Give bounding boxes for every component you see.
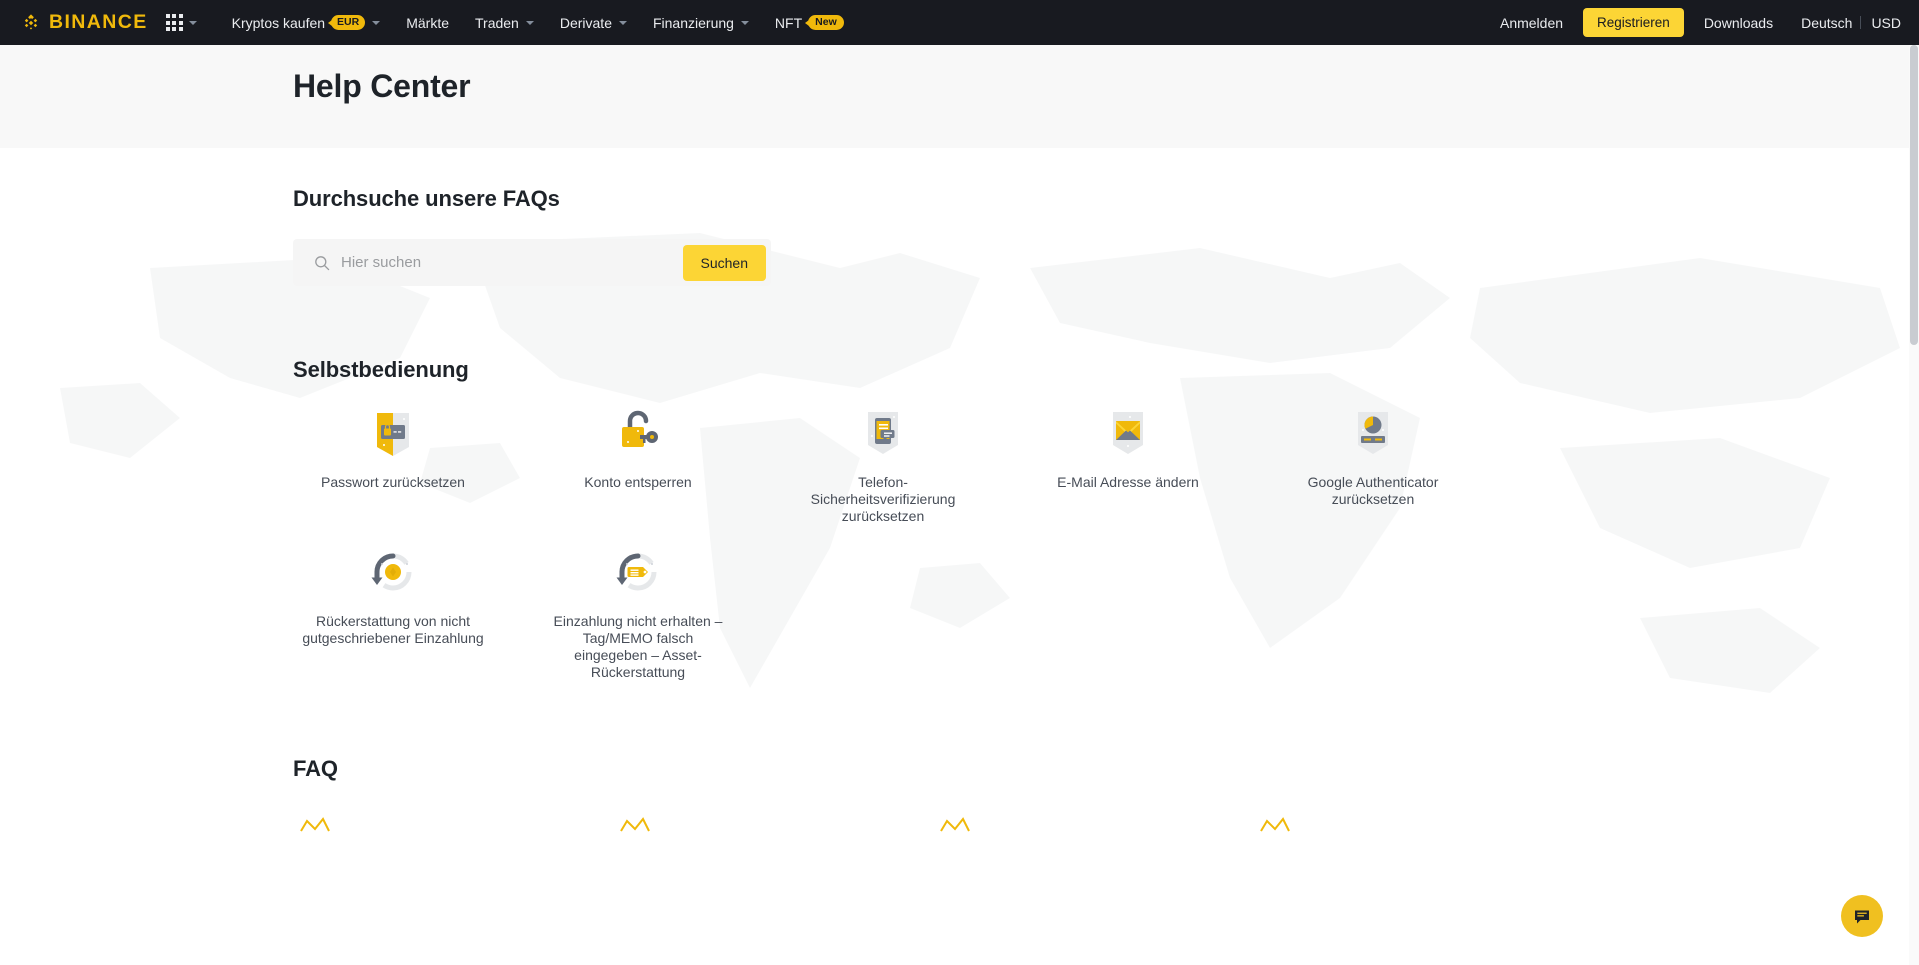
- chevron-down-icon: [525, 20, 534, 25]
- tile-label: Einzahlung nicht erhalten – Tag/MEMO fal…: [553, 613, 723, 680]
- nav-item-maerkte[interactable]: Märkte: [393, 0, 462, 45]
- tile-einzahlung-tag-memo[interactable]: Einzahlung nicht erhalten – Tag/MEMO fal…: [538, 544, 738, 681]
- phone-verification-icon: [868, 412, 898, 454]
- tile-label: Konto entsperren: [584, 474, 692, 490]
- tile-label: E-Mail Adresse ändern: [1057, 474, 1199, 490]
- chevron-down-icon: [372, 20, 381, 25]
- app-grid-icon: [165, 14, 183, 31]
- search-section: Durchsuche unsere FAQs Suchen: [293, 148, 1919, 286]
- tile-konto-entsperren[interactable]: Konto entsperren: [538, 405, 738, 525]
- downloads-link[interactable]: Downloads: [1690, 0, 1787, 45]
- scrollbar-thumb[interactable]: [1910, 45, 1918, 345]
- self-service-section: Selbstbedienung Passwort zurücksetzen Ko…: [293, 286, 1919, 700]
- chevron-down-icon: [188, 20, 197, 25]
- page-scrollbar[interactable]: [1909, 45, 1919, 965]
- secondary-nav: Anmelden Registrieren Downloads Deutsch …: [1486, 0, 1901, 45]
- faq-card-icon-3: [940, 817, 970, 832]
- nav-badge-eur: EUR: [331, 14, 366, 31]
- chevron-down-icon: [618, 20, 627, 25]
- password-reset-icon: [377, 413, 409, 456]
- downloads-label: Downloads: [1703, 14, 1774, 31]
- chat-bubble-icon: [1855, 910, 1869, 924]
- deposit-refund-icon: [371, 553, 412, 591]
- tile-email-adresse-aendern[interactable]: E-Mail Adresse ändern: [1028, 405, 1228, 525]
- search-section-title: Durchsuche unsere FAQs: [293, 186, 560, 211]
- nav-label: Derivate: [559, 14, 612, 31]
- authenticator-reset-icon: [1358, 412, 1388, 454]
- brand-name: BINANCE: [49, 10, 148, 33]
- search-input[interactable]: [341, 239, 683, 286]
- nav-label: Finanzierung: [652, 14, 734, 31]
- faq-card-icon-4: [1260, 817, 1290, 832]
- search-bar[interactable]: Suchen: [293, 239, 771, 286]
- binance-logo-link[interactable]: BINANCE: [20, 12, 148, 34]
- faq-title: FAQ: [293, 756, 338, 781]
- search-button[interactable]: Suchen: [682, 244, 766, 281]
- binance-diamond-icon: [24, 13, 38, 29]
- nav-item-traden[interactable]: Traden: [462, 0, 547, 45]
- tile-rueckerstattung-einzahlung[interactable]: Rückerstattung von nicht gutgeschriebene…: [293, 544, 493, 681]
- nav-item-derivate[interactable]: Derivate: [547, 0, 640, 45]
- nav-label: Märkte: [406, 14, 449, 31]
- faq-card-list: [293, 809, 1919, 853]
- tile-label: Rückerstattung von nicht gutgeschriebene…: [302, 613, 484, 646]
- nav-label: Kryptos kaufen: [231, 14, 326, 31]
- faq-card[interactable]: [933, 809, 1203, 853]
- primary-nav: Kryptos kaufen EUR Märkte Traden Derivat…: [219, 0, 857, 45]
- register-button[interactable]: Registrieren: [1583, 7, 1684, 38]
- page-title: Help Center: [293, 68, 471, 104]
- tile-passwort-zuruecksetzen[interactable]: Passwort zurücksetzen: [293, 405, 493, 525]
- currency-selector[interactable]: USD: [1863, 0, 1901, 45]
- tile-label: Passwort zurücksetzen: [321, 474, 465, 490]
- unlock-account-icon: [622, 410, 658, 447]
- language-selector[interactable]: Deutsch: [1787, 0, 1858, 45]
- nav-item-kryptos-kaufen[interactable]: Kryptos kaufen EUR: [219, 0, 394, 45]
- faq-card[interactable]: [613, 809, 883, 853]
- chat-support-button[interactable]: [1841, 895, 1883, 937]
- email-change-icon: [1113, 412, 1143, 454]
- tile-label: Telefon-Sicherheitsverifizierung zurücks…: [810, 474, 956, 524]
- nav-badge-new: New: [808, 14, 844, 31]
- faq-card[interactable]: [293, 809, 563, 853]
- nav-divider: [1860, 16, 1862, 29]
- faq-card-icon-2: [620, 817, 650, 832]
- tile-google-authenticator-zuruecksetzen[interactable]: Google Authenticator zurücksetzen: [1273, 405, 1473, 525]
- search-icon: [315, 255, 330, 270]
- login-link[interactable]: Anmelden: [1486, 0, 1577, 45]
- self-service-title: Selbstbedienung: [293, 357, 469, 382]
- tile-label: Google Authenticator zurücksetzen: [1307, 474, 1439, 507]
- tile-telefon-sicherheitsverifizierung[interactable]: Telefon-Sicherheitsverifizierung zurücks…: [783, 405, 983, 525]
- faq-card[interactable]: [1253, 809, 1523, 853]
- nav-label: Traden: [475, 14, 519, 31]
- language-label: Deutsch: [1801, 14, 1853, 31]
- login-label: Anmelden: [1499, 14, 1564, 31]
- currency-label: USD: [1871, 14, 1901, 31]
- faq-card-icon-1: [300, 817, 330, 832]
- deposit-memo-icon: [616, 553, 657, 591]
- faq-section: FAQ: [293, 700, 1919, 853]
- nav-item-finanzierung[interactable]: Finanzierung: [640, 0, 762, 45]
- hero-banner: Help Center: [0, 45, 1919, 148]
- main-content: Durchsuche unsere FAQs Suchen Selbstbedi…: [0, 148, 1919, 965]
- app-grid-menu[interactable]: [165, 14, 197, 31]
- self-service-tiles: Passwort zurücksetzen Konto entsperren T…: [293, 405, 1533, 700]
- chevron-down-icon: [740, 20, 749, 25]
- nav-label: NFT: [774, 14, 803, 31]
- top-navigation-bar: BINANCE Kryptos kaufen EUR Märkte Traden…: [0, 0, 1919, 45]
- nav-item-nft[interactable]: NFT New: [762, 0, 857, 45]
